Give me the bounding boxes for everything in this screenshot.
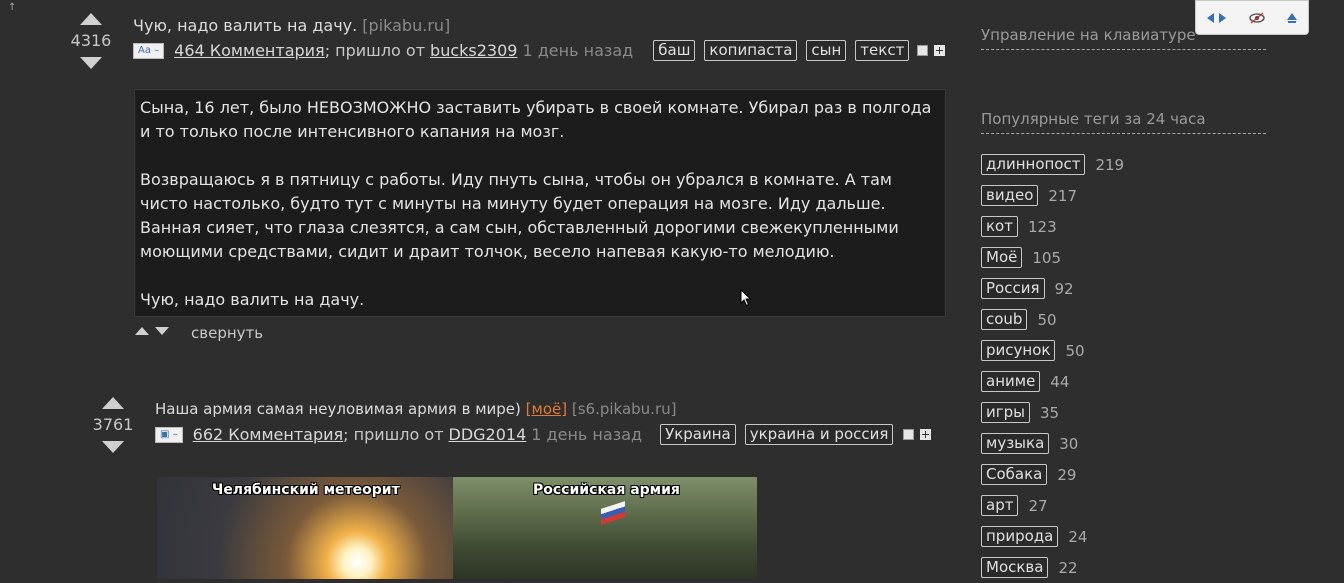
tag-count: 123 — [1027, 217, 1057, 236]
story-paragraph: Возвращаюсь я в пятницу с работы. Иду пн… — [140, 170, 899, 261]
hide-eye-icon[interactable] — [1248, 11, 1266, 24]
tag-son[interactable]: сын — [806, 40, 847, 61]
tag-count: 22 — [1058, 558, 1078, 577]
post-image[interactable]: Челябинский метеорит Российская армия — [157, 477, 757, 579]
collapse-link[interactable]: свернуть — [191, 324, 263, 342]
keyboard-heading[interactable]: Управление на клавиатуре — [981, 26, 1196, 44]
popular-tag[interactable]: арт — [981, 495, 1019, 516]
post-score: 4316 — [70, 31, 112, 50]
popular-tag[interactable]: аниме — [981, 371, 1041, 392]
tag-count: 29 — [1057, 465, 1077, 484]
popular-tag-row: кот 123 — [981, 211, 1124, 242]
downvote-icon[interactable] — [102, 441, 124, 453]
popular-tag[interactable]: Собака — [981, 464, 1048, 485]
popular-tag-row: аниме 44 — [981, 366, 1124, 397]
popular-tag-row: coub 50 — [981, 304, 1124, 335]
popular-tag-row: Собака 29 — [981, 459, 1124, 490]
mine-tag[interactable]: [моё] — [526, 400, 567, 418]
popular-tag-row: музыка 30 — [981, 428, 1124, 459]
post-time: 1 день назад — [531, 425, 643, 444]
divider — [981, 133, 1266, 134]
small-downvote-icon[interactable] — [155, 327, 169, 335]
popular-tag-row: игры 35 — [981, 397, 1124, 428]
tag-count: 35 — [1040, 403, 1060, 422]
popular-tags-list: длиннопост 219 видео 217 кот 123 Моё 105 Рос… — [981, 149, 1124, 583]
popular-tag-row: арт 27 — [981, 490, 1124, 521]
save-icon[interactable] — [917, 45, 929, 56]
tag-count: 30 — [1059, 434, 1079, 453]
popular-tag[interactable]: coub — [981, 309, 1028, 330]
mouse-cursor-icon — [740, 289, 752, 307]
post-score: 3761 — [92, 415, 134, 434]
post-title[interactable]: Наша армия самая неуловимая армия в мире… — [155, 400, 521, 418]
popular-tag-row: природа 24 — [981, 521, 1124, 552]
popular-tag[interactable]: игры — [981, 402, 1030, 423]
author-link[interactable]: DDG2014 — [449, 425, 527, 444]
downvote-icon[interactable] — [80, 57, 102, 69]
tag-count: 219 — [1095, 155, 1125, 174]
post-time: 1 день назад — [522, 41, 634, 60]
image-type-icon: ▣ – — [155, 426, 183, 443]
popular-tag-row: видео 217 — [981, 180, 1124, 211]
story-paragraph: Чую, надо валить на дачу. — [140, 290, 365, 309]
next-arrow-icon[interactable] — [1219, 12, 1227, 23]
scroll-top-icon[interactable] — [1287, 12, 1298, 23]
add-icon[interactable] — [920, 429, 932, 440]
popular-tag-row: Россия 92 — [981, 273, 1124, 304]
popular-tag[interactable]: Моё — [981, 247, 1023, 268]
divider — [981, 49, 1266, 50]
post-title-row: Наша армия самая неуловимая армия в мире… — [155, 400, 676, 418]
keyboard-controls-widget — [1195, 0, 1309, 35]
popular-tag-row: Москва 22 — [981, 552, 1124, 583]
story-paragraph: Сына, 16 лет, было НЕВОЗМОЖНО заставить … — [140, 98, 932, 141]
post-source: [pikabu.ru] — [362, 16, 451, 35]
tag-bash[interactable]: баш — [653, 40, 696, 61]
image-caption-right: Российская армия — [533, 482, 680, 498]
story-text-box: Сына, 16 лет, было НЕВОЗМОЖНО заставить … — [134, 89, 946, 317]
small-upvote-icon[interactable] — [135, 327, 149, 335]
tag-count: 44 — [1050, 372, 1070, 391]
post-title-row: Чую, надо валить на дачу. [pikabu.ru] — [133, 16, 450, 35]
popular-tag-row: Моё 105 — [981, 242, 1124, 273]
tag-text[interactable]: текст — [855, 40, 910, 61]
post-meta: ▣ – 662 Комментария ; пришло от DDG2014 … — [155, 424, 932, 445]
tag-ukraine-russia[interactable]: украина и россия — [744, 424, 894, 445]
tag-count: 24 — [1068, 527, 1088, 546]
from-text: ; пришло от — [343, 425, 444, 444]
popular-tag[interactable]: рисунок — [981, 340, 1056, 361]
popular-tag[interactable]: природа — [981, 526, 1059, 547]
post-title[interactable]: Чую, надо валить на дачу. — [133, 16, 357, 35]
popular-tag[interactable]: Москва — [981, 557, 1049, 578]
from-text: ; пришло от — [324, 41, 426, 60]
popular-tag-row: рисунок 50 — [981, 335, 1124, 366]
top-arrow-icon: ↑ — [8, 2, 17, 13]
tag-count: 92 — [1054, 279, 1074, 298]
popular-tag[interactable]: видео — [981, 185, 1039, 206]
text-type-icon: Aa – — [133, 42, 165, 59]
comments-link[interactable]: 464 Комментария — [174, 41, 325, 60]
popular-tag[interactable]: Россия — [981, 278, 1045, 299]
post-source: [s6.pikabu.ru] — [571, 400, 677, 418]
prev-arrow-icon[interactable] — [1206, 12, 1214, 23]
comments-link[interactable]: 662 Комментария — [193, 425, 344, 444]
tag-copypasta[interactable]: копипаста — [704, 40, 798, 61]
popular-tags-heading: Популярные теги за 24 часа — [981, 110, 1206, 128]
post-meta: Aa – 464 Комментария ; пришло от bucks23… — [133, 40, 946, 61]
tag-count: 50 — [1065, 341, 1085, 360]
tag-count: 217 — [1048, 186, 1078, 205]
tag-count: 27 — [1028, 496, 1048, 515]
image-caption-left: Челябинский метеорит — [212, 482, 400, 498]
tag-count: 105 — [1032, 248, 1061, 267]
save-icon[interactable] — [903, 429, 915, 440]
popular-tag-row: длиннопост 219 — [981, 149, 1124, 180]
popular-tag[interactable]: кот — [981, 216, 1018, 237]
tag-ukraine[interactable]: Украина — [660, 424, 736, 445]
popular-tag[interactable]: длиннопост — [981, 154, 1086, 175]
popular-tag[interactable]: музыка — [981, 433, 1050, 454]
add-icon[interactable] — [934, 45, 946, 56]
author-link[interactable]: bucks2309 — [430, 41, 517, 60]
upvote-icon[interactable] — [102, 397, 124, 409]
upvote-icon[interactable] — [80, 13, 102, 25]
tag-count: 50 — [1037, 310, 1057, 329]
